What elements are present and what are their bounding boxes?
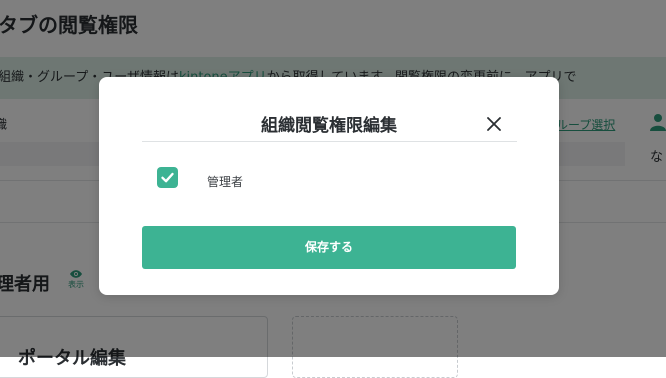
admin-checkbox-label: 管理者	[207, 175, 244, 189]
org-permission-modal: 組織閲覧権限編集 管理者 保存する	[99, 77, 559, 295]
close-button[interactable]	[483, 113, 505, 135]
save-button[interactable]: 保存する	[142, 226, 516, 269]
check-icon	[161, 172, 174, 183]
close-icon	[487, 117, 501, 131]
modal-divider	[142, 141, 517, 142]
admin-checkbox[interactable]	[157, 167, 178, 188]
